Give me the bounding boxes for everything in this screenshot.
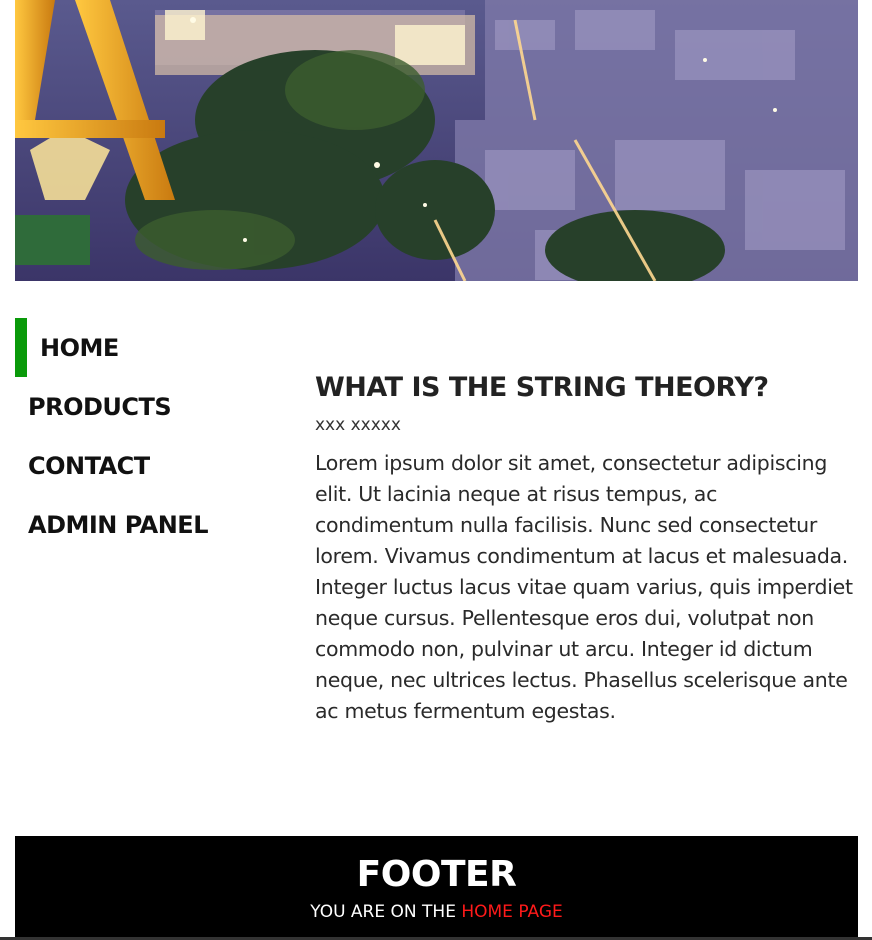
nav-item-label: PRODUCTS	[28, 392, 172, 421]
nav-item-contact[interactable]: CONTACT	[15, 436, 275, 495]
nav-item-home[interactable]: HOME	[15, 318, 275, 377]
nav-item-label: HOME	[40, 333, 119, 362]
footer-current-page: HOME PAGE	[461, 902, 563, 922]
footer-note-prefix: YOU ARE ON THE	[310, 902, 462, 922]
article-subtitle: xxx xxxxx	[315, 415, 401, 435]
nav-item-products[interactable]: PRODUCTS	[15, 377, 275, 436]
footer: FOOTER YOU ARE ON THE HOME PAGE	[15, 836, 858, 937]
nav-item-label: CONTACT	[28, 451, 150, 480]
header-banner-image	[15, 0, 858, 281]
article-body: Lorem ipsum dolor sit amet, consectetur …	[315, 451, 853, 723]
nav-item-label: ADMIN PANEL	[28, 510, 208, 539]
main-navigation: HOME PRODUCTS CONTACT ADMIN PANEL	[15, 318, 275, 554]
article: WHAT IS THE STRING THEORY? xxx xxxxx Lor…	[315, 368, 860, 727]
footer-title: FOOTER	[356, 854, 517, 895]
footer-note: YOU ARE ON THE HOME PAGE	[15, 900, 858, 924]
nav-item-admin-panel[interactable]: ADMIN PANEL	[15, 495, 275, 554]
article-title: WHAT IS THE STRING THEORY?	[315, 372, 769, 403]
